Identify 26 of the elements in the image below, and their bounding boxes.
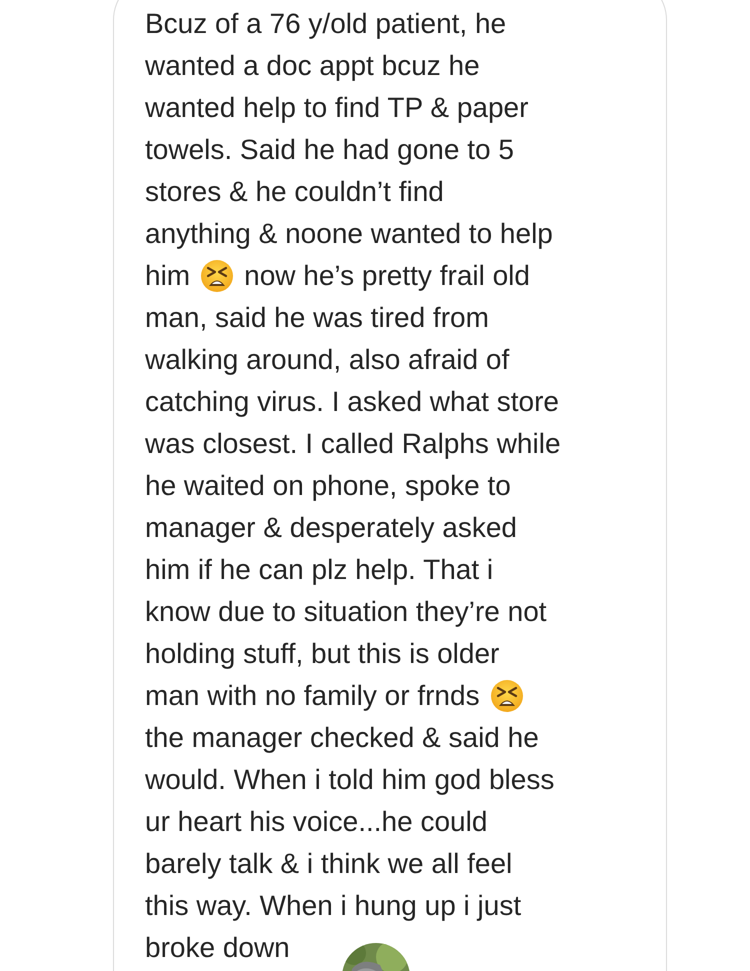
message-text: this way. When i hung up i just	[145, 890, 522, 922]
message-text: him	[145, 260, 190, 292]
message-text: barely talk & i think we all feel	[145, 848, 512, 880]
message-text: wanted help to find TP & paper	[145, 92, 528, 124]
message-text: man, said he was tired from	[145, 302, 489, 334]
message-text: wanted a doc appt bcuz he	[145, 50, 480, 82]
tired-face-icon	[200, 259, 234, 293]
message-text: walking around, also afraid of	[145, 344, 510, 376]
message-text: towels. Said he had gone to 5	[145, 134, 514, 166]
message-text: was closest. I called Ralphs while	[145, 428, 561, 460]
message-text: would. When i told him god bless	[145, 764, 554, 796]
message-text: ur heart his voice...he could	[145, 806, 488, 838]
message-text: Bcuz of a 76 y/old patient, he	[145, 8, 506, 40]
message-text: man with no family or frnds	[145, 680, 480, 712]
message-text: him if he can plz help. That i	[145, 554, 494, 586]
message-text: know due to situation they’re not	[145, 596, 547, 628]
message-text: the manager checked & said he	[145, 722, 539, 754]
message-text: broke down	[145, 932, 290, 964]
tired-face-icon	[490, 679, 524, 713]
message-text: he waited on phone, spoke to	[145, 470, 511, 502]
message-text: anything & noone wanted to help	[145, 218, 553, 250]
message-text: manager & desperately asked	[145, 512, 517, 544]
message-text: catching virus. I asked what store	[145, 386, 559, 418]
message-text: now he’s pretty frail old	[244, 260, 530, 292]
message-text: stores & he couldn’t find	[145, 176, 444, 208]
message-text: holding stuff, but this is older	[145, 638, 500, 670]
